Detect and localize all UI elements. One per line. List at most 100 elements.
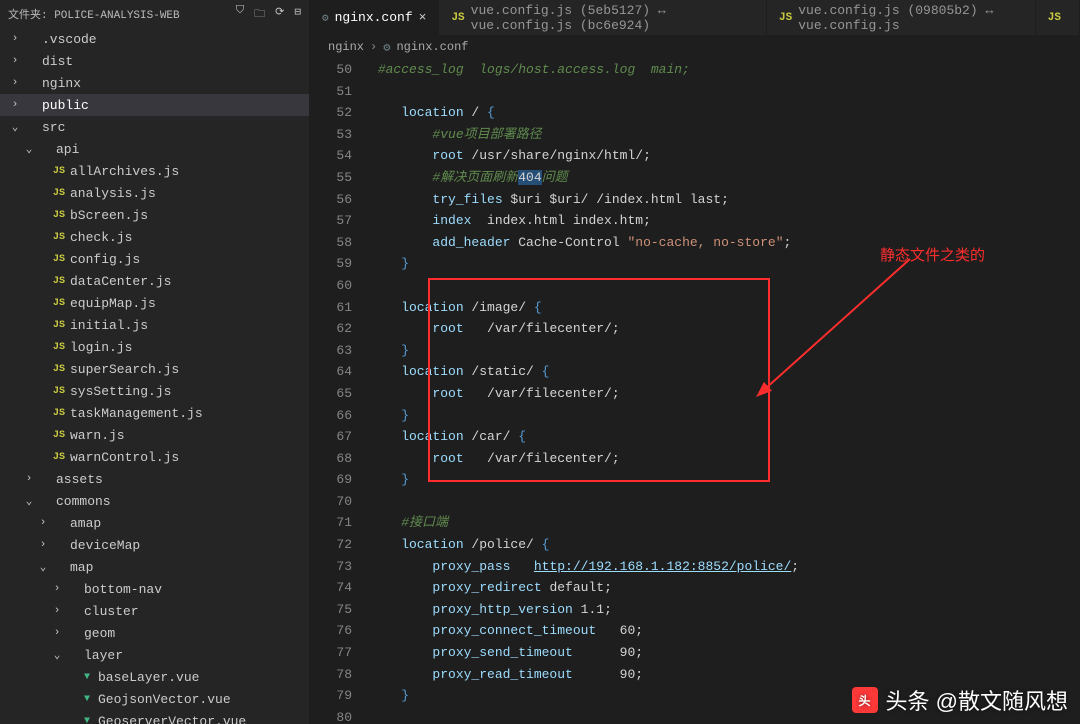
new-file-icon[interactable]: ⛉ — [236, 5, 244, 24]
tree-item[interactable]: ›dist — [0, 50, 309, 72]
code-line[interactable]: index index.html index.htm; — [370, 210, 1080, 232]
editor-tab[interactable]: JS — [1036, 0, 1080, 35]
tree-item[interactable]: JSinitial.js — [0, 314, 309, 336]
tree-item[interactable]: ›cluster — [0, 600, 309, 622]
tree-item-label: equipMap.js — [70, 296, 156, 311]
tree-item[interactable]: JStaskManagement.js — [0, 402, 309, 424]
new-folder-icon[interactable]: 🗀 — [254, 5, 265, 24]
code-line[interactable] — [370, 81, 1080, 103]
tree-item[interactable]: JSallArchives.js — [0, 160, 309, 182]
code-line[interactable]: proxy_send_timeout 90; — [370, 642, 1080, 664]
code-line[interactable]: location /static/ { — [370, 361, 1080, 383]
watermark: 头 头条 @散文随风想 — [852, 684, 1068, 716]
tree-item[interactable]: ⌄api — [0, 138, 309, 160]
tree-item[interactable]: JSsysSetting.js — [0, 380, 309, 402]
code-line[interactable]: proxy_pass http://192.168.1.182:8852/pol… — [370, 556, 1080, 578]
tree-item-label: initial.js — [70, 318, 148, 333]
tree-item[interactable]: JSlogin.js — [0, 336, 309, 358]
breadcrumb-item[interactable]: nginx.conf — [396, 40, 468, 54]
chevron-icon: › — [8, 99, 22, 111]
tree-item[interactable]: JScheck.js — [0, 226, 309, 248]
breadcrumb-item[interactable]: nginx — [328, 40, 364, 54]
line-number: 79 — [310, 685, 352, 707]
line-number: 62 — [310, 318, 352, 340]
tree-item-label: taskManagement.js — [70, 406, 203, 421]
code-line[interactable]: #access_log logs/host.access.log main; — [370, 59, 1080, 81]
code-content[interactable]: #access_log logs/host.access.log main; l… — [370, 59, 1080, 724]
code-line[interactable]: #vue项目部署路径 — [370, 124, 1080, 146]
tree-item[interactable]: ›.vscode — [0, 28, 309, 50]
tree-item[interactable]: JSanalysis.js — [0, 182, 309, 204]
tree-item[interactable]: ▼GeojsonVector.vue — [0, 688, 309, 710]
code-line[interactable]: } — [370, 469, 1080, 491]
tree-item[interactable]: JSdataCenter.js — [0, 270, 309, 292]
line-number: 50 — [310, 59, 352, 81]
code-line[interactable]: try_files $uri $uri/ /index.html last; — [370, 189, 1080, 211]
tree-item[interactable]: JSconfig.js — [0, 248, 309, 270]
tree-item[interactable]: JSbScreen.js — [0, 204, 309, 226]
code-line[interactable]: root /var/filecenter/; — [370, 318, 1080, 340]
line-number: 71 — [310, 512, 352, 534]
editor-tab[interactable]: JSvue.config.js (09805b2) ↔ vue.config.j… — [767, 0, 1036, 35]
code-line[interactable]: proxy_connect_timeout 60; — [370, 620, 1080, 642]
editor-tabs: ⚙nginx.conf×JSvue.config.js (5eb5127) ↔ … — [310, 0, 1080, 35]
tree-item[interactable]: ▼GeoserverVector.vue — [0, 710, 309, 724]
tree-item[interactable]: ›assets — [0, 468, 309, 490]
js-file-icon: JS — [50, 210, 68, 221]
js-file-icon: JS — [50, 320, 68, 331]
tree-item[interactable]: ⌄layer — [0, 644, 309, 666]
tree-item-label: src — [42, 120, 65, 135]
js-file-icon: JS — [50, 452, 68, 463]
tree-item[interactable]: ⌄map — [0, 556, 309, 578]
code-line[interactable]: proxy_http_version 1.1; — [370, 599, 1080, 621]
code-line[interactable]: } — [370, 405, 1080, 427]
tree-item[interactable]: JSequipMap.js — [0, 292, 309, 314]
file-tree[interactable]: ›.vscode›dist›nginx›public⌄src⌄apiJSallA… — [0, 28, 309, 724]
tree-item[interactable]: ›geom — [0, 622, 309, 644]
refresh-icon[interactable]: ⟳ — [275, 5, 284, 24]
editor-tab[interactable]: ⚙nginx.conf× — [310, 0, 439, 35]
tree-item[interactable]: ▼baseLayer.vue — [0, 666, 309, 688]
tree-item[interactable]: JSwarn.js — [0, 424, 309, 446]
line-number: 55 — [310, 167, 352, 189]
code-line[interactable]: #解决页面刷新404问题 — [370, 167, 1080, 189]
code-line[interactable]: root /var/filecenter/; — [370, 383, 1080, 405]
tree-item[interactable]: ›public — [0, 94, 309, 116]
vue-file-icon: ▼ — [78, 694, 96, 705]
tree-item[interactable]: ›deviceMap — [0, 534, 309, 556]
code-line[interactable] — [370, 275, 1080, 297]
collapse-icon[interactable]: ⊟ — [294, 5, 301, 24]
tree-item[interactable]: ›nginx — [0, 72, 309, 94]
chevron-icon: › — [8, 77, 22, 89]
code-line[interactable]: root /usr/share/nginx/html/; — [370, 145, 1080, 167]
tree-item[interactable]: ›bottom-nav — [0, 578, 309, 600]
close-icon[interactable]: × — [419, 10, 427, 25]
code-line[interactable]: location /car/ { — [370, 426, 1080, 448]
tree-item[interactable]: ⌄commons — [0, 490, 309, 512]
tree-item-label: .vscode — [42, 32, 97, 47]
js-file-icon: JS — [50, 430, 68, 441]
line-number: 60 — [310, 275, 352, 297]
code-line[interactable]: proxy_read_timeout 90; — [370, 664, 1080, 686]
tree-item[interactable]: ⌄src — [0, 116, 309, 138]
code-line[interactable]: location /police/ { — [370, 534, 1080, 556]
code-line[interactable]: location / { — [370, 102, 1080, 124]
tree-item[interactable]: JSwarnControl.js — [0, 446, 309, 468]
editor-main: ⚙nginx.conf×JSvue.config.js (5eb5127) ↔ … — [310, 0, 1080, 724]
code-line[interactable]: #接口端 — [370, 512, 1080, 534]
code-line[interactable] — [370, 491, 1080, 513]
code-editor[interactable]: 5051525354555657585960616263646566676869… — [310, 59, 1080, 724]
code-line[interactable]: location /image/ { — [370, 297, 1080, 319]
line-number: 57 — [310, 210, 352, 232]
code-line[interactable]: proxy_redirect default; — [370, 577, 1080, 599]
tree-item[interactable]: ›amap — [0, 512, 309, 534]
sidebar-header: 文件夹: POLICE-ANALYSIS-WEB ⛉ 🗀 ⟳ ⊟ — [0, 0, 309, 28]
tree-item-label: map — [70, 560, 93, 575]
line-number: 66 — [310, 405, 352, 427]
code-line[interactable]: root /var/filecenter/; — [370, 448, 1080, 470]
tree-item[interactable]: JSsuperSearch.js — [0, 358, 309, 380]
editor-tab[interactable]: JSvue.config.js (5eb5127) ↔ vue.config.j… — [439, 0, 767, 35]
code-line[interactable]: } — [370, 340, 1080, 362]
breadcrumb[interactable]: nginx › ⚙ nginx.conf — [310, 35, 1080, 59]
line-number: 72 — [310, 534, 352, 556]
